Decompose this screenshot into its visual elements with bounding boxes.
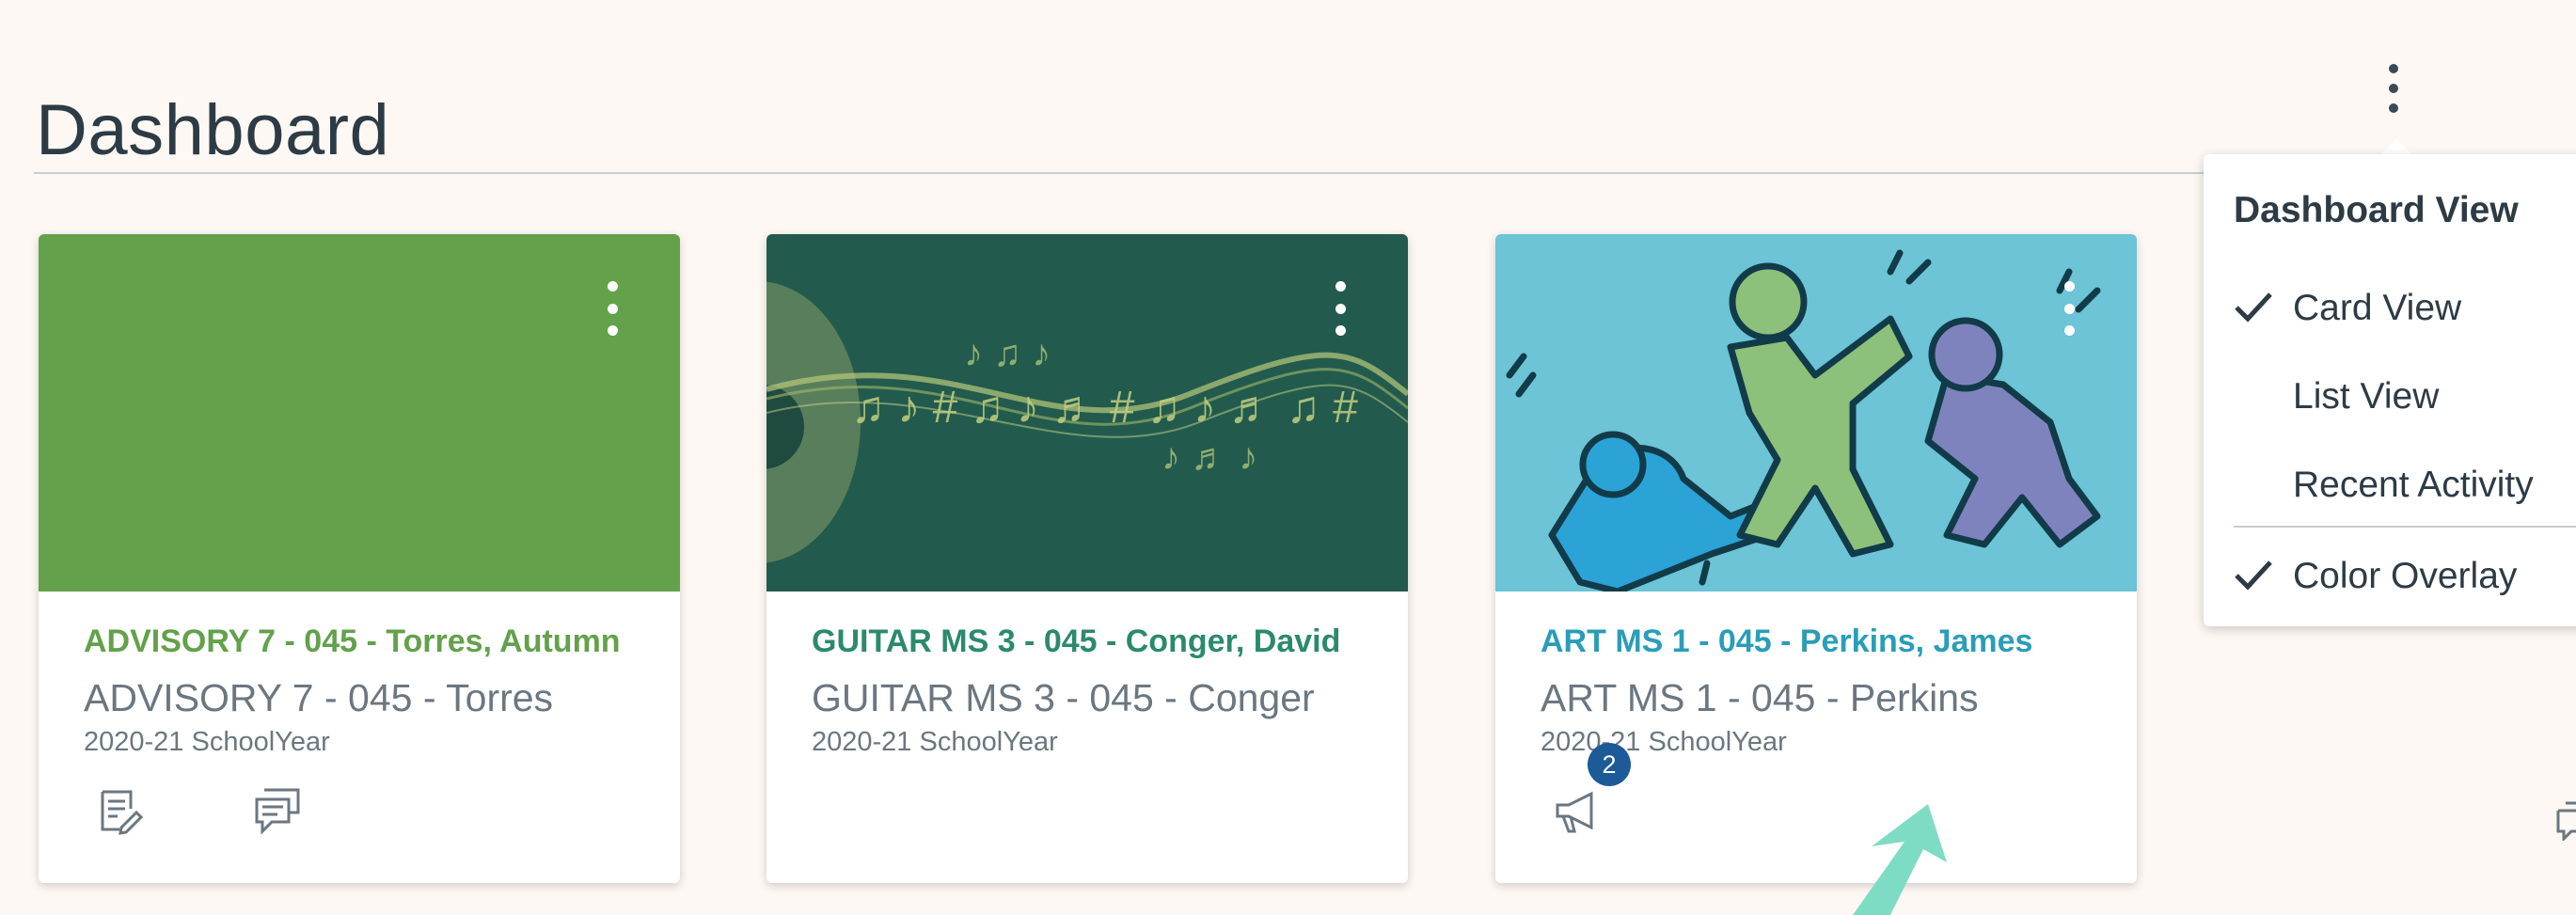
card-term: 2020-21 SchoolYear (84, 727, 330, 757)
card-options-icon[interactable] (1331, 281, 1350, 336)
menu-heading: Dashboard View (2234, 190, 2519, 230)
svg-text:♫ ♪ # ♫ ♪ ♬ # ♫ ♪ ♬ ♫ #: ♫ ♪ # ♫ ♪ ♬ # ♫ ♪ ♬ ♫ # (851, 383, 1358, 433)
announcements-icon[interactable] (1550, 784, 1603, 837)
menu-item-label: Recent Activity (2293, 465, 2534, 505)
course-card-advisory[interactable]: ADVISORY 7 - 045 - Torres, Autumn ADVISO… (39, 234, 680, 883)
menu-item-label: Color Overlay (2293, 556, 2518, 596)
header-divider (34, 172, 2310, 174)
course-card-art[interactable]: ART MS 1 - 045 - Perkins, James ART MS 1… (1495, 234, 2137, 883)
menu-divider (2234, 526, 2576, 528)
card-title[interactable]: GUITAR MS 3 - 045 - Conger, David (812, 623, 1340, 660)
svg-text:♪ ♬ ♪: ♪ ♬ ♪ (1162, 436, 1257, 478)
menu-item-color-overlay[interactable]: Color Overlay (2204, 537, 2576, 612)
menu-item-card-view[interactable]: Card View (2204, 269, 2576, 344)
menu-item-label: List View (2293, 376, 2440, 417)
card-title[interactable]: ART MS 1 - 045 - Perkins, James (1541, 623, 2032, 660)
assignments-icon[interactable] (93, 784, 146, 837)
discussions-icon[interactable] (2554, 797, 2576, 841)
svg-text:♪ ♫ ♪: ♪ ♫ ♪ (964, 333, 1051, 374)
dashboard-view-menu: Dashboard View Card View List View Recen… (2204, 154, 2576, 626)
card-hero-image[interactable] (39, 234, 680, 592)
dashboard-options-icon[interactable] (2379, 64, 2408, 113)
card-term: 2020-21 SchoolYear (812, 727, 1058, 757)
card-hero-image[interactable] (1495, 234, 2137, 592)
card-subtitle: GUITAR MS 3 - 045 - Conger (812, 676, 1315, 719)
card-title[interactable]: ADVISORY 7 - 045 - Torres, Autumn (84, 623, 621, 660)
card-subtitle: ADVISORY 7 - 045 - Torres (84, 676, 554, 719)
card-options-icon[interactable] (2060, 281, 2078, 336)
course-card-guitar[interactable]: ♫ ♪ # ♫ ♪ ♬ # ♫ ♪ ♬ ♫ # ♪ ♫ ♪ ♪ ♬ ♪ GUIT… (766, 234, 1408, 883)
pointer-arrow-icon (1853, 804, 1947, 915)
menu-item-label: Card View (2293, 288, 2462, 328)
card-hero-image[interactable]: ♫ ♪ # ♫ ♪ ♬ # ♫ ♪ ♬ ♫ # ♪ ♫ ♪ ♪ ♬ ♪ (766, 234, 1408, 592)
card-term: 2020-21 SchoolYear (1541, 727, 1787, 757)
menu-item-list-view[interactable]: List View (2204, 357, 2576, 433)
checkmark-icon (2235, 292, 2272, 323)
page-title: Dashboard (36, 89, 390, 170)
card-subtitle: ART MS 1 - 045 - Perkins (1541, 676, 1979, 719)
checkmark-icon (2235, 560, 2272, 591)
menu-item-recent-activity[interactable]: Recent Activity (2204, 446, 2576, 521)
unread-count-badge: 2 (1588, 743, 1631, 786)
discussions-icon[interactable] (251, 784, 304, 837)
card-options-icon[interactable] (603, 281, 622, 336)
